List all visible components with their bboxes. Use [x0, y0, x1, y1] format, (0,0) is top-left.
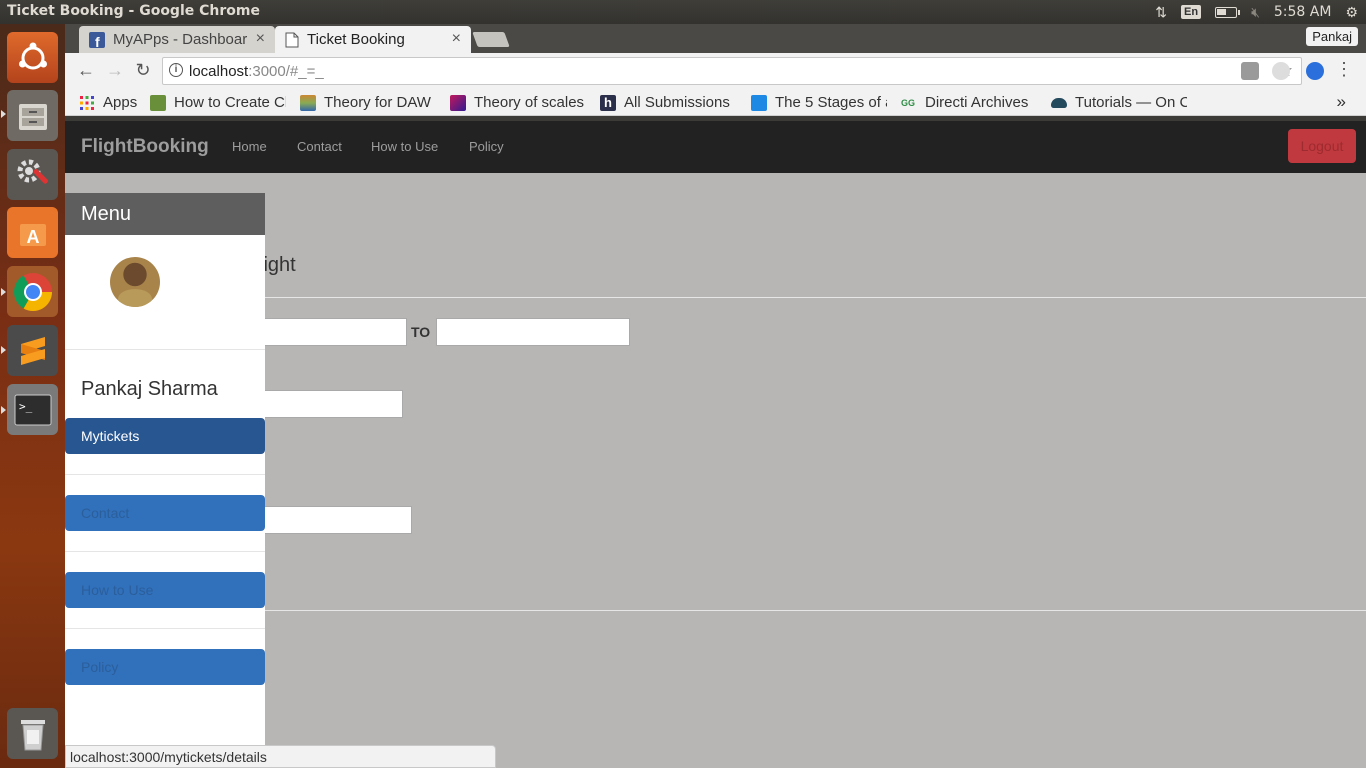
- tab-close-icon[interactable]: ×: [256, 30, 265, 48]
- nav-contact[interactable]: Contact: [297, 139, 342, 154]
- system-top-panel: Ticket Booking - Google Chrome ⇅ En 🔇︎ 5…: [0, 0, 1366, 24]
- bookmark-label: How to Create Cl: [174, 94, 286, 111]
- extension-icon[interactable]: [1241, 62, 1259, 80]
- system-settings-icon[interactable]: [7, 149, 58, 200]
- address-bar[interactable]: i localhost:3000/#_=_ ☆: [162, 57, 1302, 85]
- side-menu: Menu Pankaj Sharma Mytickets Contact How…: [65, 193, 265, 768]
- hackerrank-icon: h: [600, 94, 616, 111]
- bookmark-label: Theory for DAW: [324, 94, 431, 111]
- divider: [65, 349, 265, 350]
- blue-diamond-icon: [751, 94, 767, 111]
- info-icon[interactable]: i: [169, 63, 183, 77]
- running-indicator: [1, 406, 6, 414]
- bookmark-item[interactable]: Theory of scales: [450, 94, 586, 111]
- bookmark-item[interactable]: Tutorials — On C: [1051, 94, 1187, 111]
- url-host: localhost: [189, 62, 249, 80]
- logout-button[interactable]: Logout: [1288, 129, 1356, 163]
- sublime-text-icon[interactable]: [7, 325, 58, 376]
- to-input[interactable]: [436, 318, 630, 346]
- chrome-menu-icon[interactable]: ⋮: [1333, 59, 1355, 80]
- from-input[interactable]: [245, 318, 407, 346]
- running-indicator: [1, 110, 6, 118]
- network-icon[interactable]: ⇅: [1155, 4, 1167, 21]
- profile-button[interactable]: Pankaj: [1306, 27, 1358, 46]
- keyboard-layout-indicator[interactable]: En: [1181, 5, 1202, 19]
- avatar: [110, 257, 160, 307]
- settings-gear-icon[interactable]: ⚙: [1345, 4, 1358, 21]
- tab-ticket-booking[interactable]: Ticket Booking ×: [275, 26, 471, 53]
- bookmark-label: All Submissions: [624, 94, 730, 111]
- tab-myapps[interactable]: f MyAPps - Dashboar ×: [79, 26, 275, 53]
- nav-policy[interactable]: Policy: [469, 139, 504, 154]
- to-label: TO: [411, 324, 431, 340]
- running-indicator: [1, 346, 6, 354]
- unity-launcher: A >_: [0, 24, 65, 768]
- back-icon[interactable]: ←: [75, 60, 97, 81]
- extension-icon[interactable]: [1272, 62, 1290, 80]
- chrome-icon[interactable]: [7, 266, 58, 317]
- extension-icon[interactable]: [1306, 62, 1324, 80]
- menu-contact[interactable]: Contact: [65, 495, 265, 531]
- date-input[interactable]: [245, 390, 403, 418]
- bookmarks-bar: Apps How to Create Cl Theory for DAW The…: [65, 89, 1366, 116]
- ubuntu-dash-icon[interactable]: [7, 32, 58, 83]
- apps-grid-icon: [80, 95, 94, 110]
- window-title: Ticket Booking - Google Chrome: [7, 3, 260, 19]
- svg-text:>_: >_: [19, 400, 33, 413]
- browser-toolbar: ← → ↻ i localhost:3000/#_=_ ☆ ⋮: [65, 53, 1366, 89]
- volume-muted-icon[interactable]: 🔇︎: [1251, 4, 1260, 21]
- svg-text:f: f: [95, 34, 100, 48]
- url-path: :3000/#_=_: [248, 62, 324, 80]
- gradient-icon: [450, 94, 466, 111]
- files-icon[interactable]: [7, 90, 58, 141]
- user-name: Pankaj Sharma: [81, 378, 218, 400]
- link-status-bubble: localhost:3000/mytickets/details: [65, 745, 496, 768]
- bookmark-item[interactable]: Apps: [79, 94, 137, 111]
- divider: [65, 551, 265, 552]
- svg-text:A: A: [26, 227, 39, 247]
- geeksforgeeks-icon: GG: [901, 97, 916, 108]
- bookmark-label: Directi Archives: [925, 94, 1029, 111]
- browser-tab-strip: f MyAPps - Dashboar × Ticket Booking × P…: [65, 24, 1366, 53]
- forward-icon[interactable]: →: [104, 60, 126, 81]
- bookmark-label: Tutorials — On C: [1075, 94, 1187, 111]
- app-navbar: FlightBooking Home Contact How to Use Po…: [65, 121, 1366, 173]
- system-tray: ⇅ En 🔇︎ 5:58 AM ⚙: [1155, 0, 1358, 24]
- facebook-icon: f: [89, 31, 105, 48]
- menu-policy[interactable]: Policy: [65, 649, 265, 685]
- nav-home[interactable]: Home: [232, 139, 267, 154]
- divider: [65, 628, 265, 629]
- brand-logo[interactable]: FlightBooking: [81, 136, 209, 158]
- new-tab-button[interactable]: [472, 32, 510, 47]
- menu-how-to-use[interactable]: How to Use: [65, 572, 265, 608]
- page-icon: [285, 32, 299, 47]
- battery-icon[interactable]: [1215, 6, 1241, 18]
- bookmark-item[interactable]: h All Submissions: [600, 94, 737, 111]
- tab-close-icon[interactable]: ×: [452, 30, 461, 48]
- running-indicator: [1, 288, 6, 296]
- bookmark-item[interactable]: How to Create Cl: [150, 94, 286, 111]
- terminal-icon[interactable]: >_: [7, 384, 58, 435]
- wikihow-icon: [150, 94, 166, 111]
- tab-title: MyAPps - Dashboar: [113, 31, 248, 48]
- nav-how-to-use[interactable]: How to Use: [371, 139, 438, 154]
- bookmarks-overflow-icon[interactable]: »: [1337, 92, 1346, 112]
- clock[interactable]: 5:58 AM: [1274, 4, 1332, 20]
- menu-title: Menu: [65, 193, 265, 235]
- menu-mytickets[interactable]: Mytickets: [65, 418, 265, 454]
- books-icon: [300, 94, 316, 111]
- cloud-icon: [1051, 97, 1067, 108]
- divider: [65, 474, 265, 475]
- bookmark-item[interactable]: Theory for DAW: [300, 94, 435, 111]
- bookmark-label: The 5 Stages of a: [775, 94, 887, 111]
- passengers-input[interactable]: [245, 506, 412, 534]
- bookmark-label: Theory of scales: [474, 94, 585, 111]
- bookmark-label: Apps: [103, 94, 138, 111]
- software-center-icon[interactable]: A: [7, 207, 58, 258]
- trash-icon[interactable]: [7, 708, 58, 759]
- tab-title: Ticket Booking: [307, 31, 405, 48]
- bookmark-item[interactable]: GG Directi Archives: [901, 94, 1037, 111]
- bookmark-item[interactable]: The 5 Stages of a: [751, 94, 887, 111]
- reload-icon[interactable]: ↻: [132, 60, 154, 81]
